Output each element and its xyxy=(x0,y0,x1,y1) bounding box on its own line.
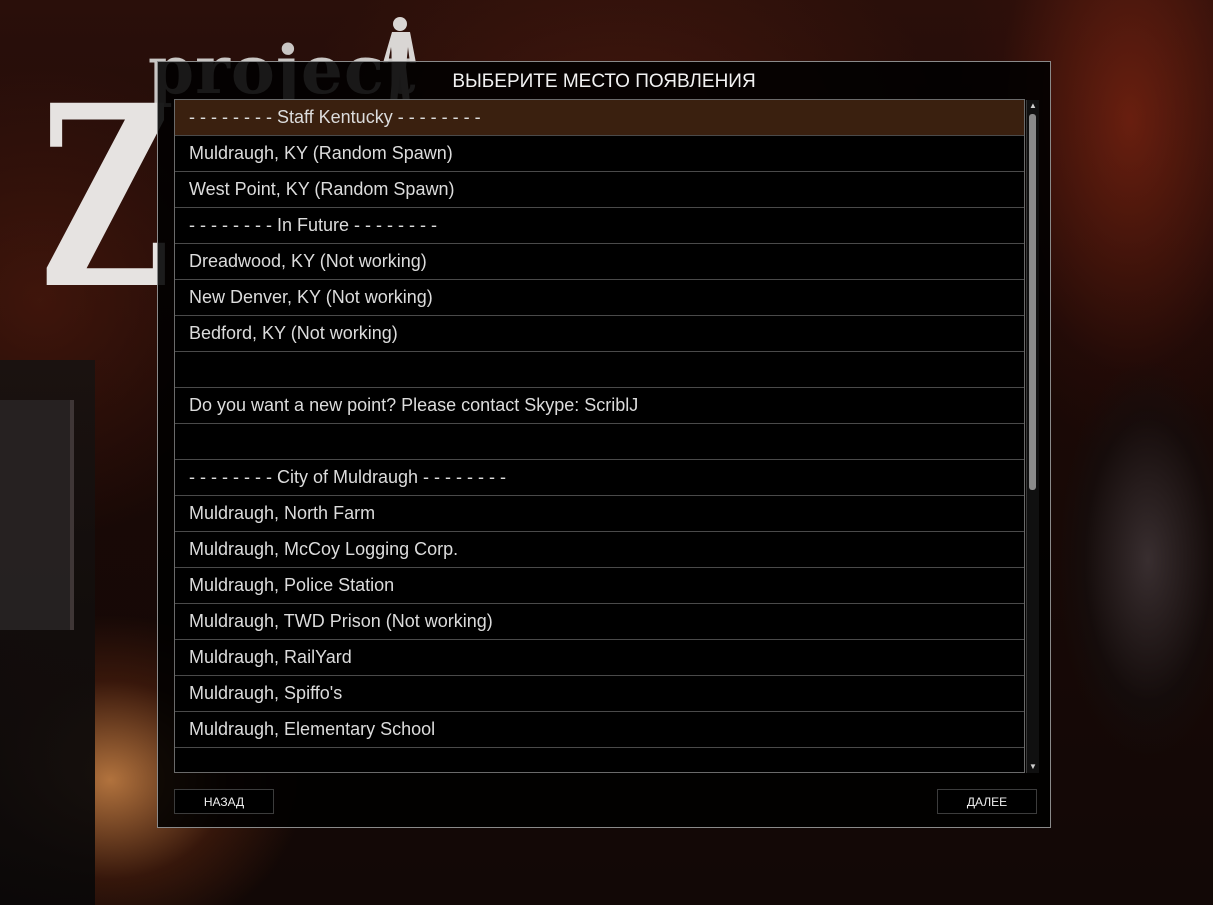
list-item[interactable] xyxy=(175,424,1024,460)
spawn-location-list[interactable]: - - - - - - - - Staff Kentucky - - - - -… xyxy=(174,99,1025,773)
back-button[interactable]: НАЗАД xyxy=(174,789,274,814)
list-scrollbar[interactable]: ▲ ▼ xyxy=(1026,100,1039,773)
spawn-select-dialog: ВЫБЕРИТЕ МЕСТО ПОЯВЛЕНИЯ - - - - - - - -… xyxy=(157,61,1051,828)
list-item[interactable]: - - - - - - - - In Future - - - - - - - … xyxy=(175,208,1024,244)
list-item[interactable]: Muldraugh, Elementary School xyxy=(175,712,1024,748)
list-item[interactable]: Bedford, KY (Not working) xyxy=(175,316,1024,352)
list-item[interactable]: New Denver, KY (Not working) xyxy=(175,280,1024,316)
list-item[interactable]: Muldraugh, RailYard xyxy=(175,640,1024,676)
list-item[interactable]: West Point, KY (Random Spawn) xyxy=(175,172,1024,208)
list-item[interactable]: Muldraugh, North Farm xyxy=(175,496,1024,532)
list-item[interactable]: Muldraugh, KY (Random Spawn) xyxy=(175,136,1024,172)
list-item[interactable]: Muldraugh, TWD Prison (Not working) xyxy=(175,604,1024,640)
list-item[interactable]: Dreadwood, KY (Not working) xyxy=(175,244,1024,280)
list-item[interactable]: Muldraugh, McCoy Logging Corp. xyxy=(175,532,1024,568)
scroll-down-icon[interactable]: ▼ xyxy=(1028,762,1038,772)
scroll-up-icon[interactable]: ▲ xyxy=(1028,101,1038,111)
background-chair xyxy=(0,400,74,630)
list-item[interactable]: - - - - - - - - Staff Kentucky - - - - -… xyxy=(175,100,1024,136)
background-figure-right xyxy=(1058,360,1213,780)
list-item[interactable]: Muldraugh, Police Station xyxy=(175,568,1024,604)
list-item[interactable] xyxy=(175,352,1024,388)
scrollbar-thumb[interactable] xyxy=(1029,114,1036,490)
list-item[interactable]: Muldraugh, Spiffo's xyxy=(175,676,1024,712)
dialog-title: ВЫБЕРИТЕ МЕСТО ПОЯВЛЕНИЯ xyxy=(452,71,756,92)
list-item[interactable] xyxy=(175,748,1024,772)
list-item[interactable]: Do you want a new point? Please contact … xyxy=(175,388,1024,424)
next-button[interactable]: ДАЛЕЕ xyxy=(937,789,1037,814)
list-item[interactable]: - - - - - - - - City of Muldraugh - - - … xyxy=(175,460,1024,496)
